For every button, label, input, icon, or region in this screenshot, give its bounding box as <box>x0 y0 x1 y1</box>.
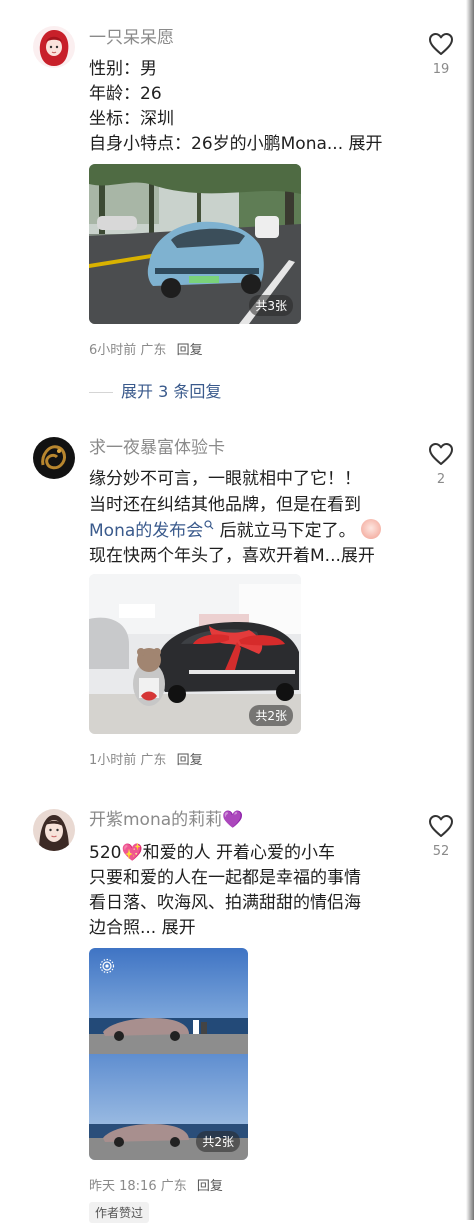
username[interactable]: 一只呆呆愿 <box>89 28 174 48</box>
heart-outline-icon <box>429 815 453 837</box>
comment-text-line: 缘分妙不可言，一眼就相中了它！！ <box>89 469 361 489</box>
like-button[interactable]: 52 <box>422 814 460 859</box>
location: 广东 <box>160 1179 187 1194</box>
comment-text: 520 <box>89 843 122 863</box>
location: 广东 <box>140 753 167 768</box>
comment-photo[interactable]: 共2张 <box>89 948 248 1160</box>
comment-text-line: 520💖和爱的人 开着心爱的小车 <box>89 842 335 864</box>
expand-link[interactable]: 展开 <box>341 546 375 566</box>
avatar[interactable] <box>33 437 75 479</box>
username-text: 开紫mona的莉莉 <box>89 810 223 830</box>
comment-text: 和爱的人 开着心爱的小车 <box>142 843 336 863</box>
expand-link[interactable]: 展开 <box>162 918 196 938</box>
peach-emoji-icon <box>361 519 382 539</box>
comment-text-line: 当时还在纠结其他品牌，但是在看到 <box>89 495 361 515</box>
photo-count-badge: 共2张 <box>196 1131 240 1152</box>
avatar[interactable] <box>33 809 75 851</box>
comment-text: 自身小特点：26岁的小鹏Mona... <box>89 134 344 154</box>
like-count: 52 <box>432 844 450 859</box>
comment-text-line: 坐标：深圳 <box>89 109 174 129</box>
comment-meta: 昨天 18:16 广东 回复 <box>89 1175 223 1194</box>
comment-text-line: 年龄：26 <box>89 84 162 104</box>
comment-text-line: Mona的发布会 后就立马下定了。 <box>89 519 382 542</box>
live-photo-icon[interactable] <box>99 958 115 974</box>
photo-count-badge: 共3张 <box>249 295 293 316</box>
comment-text-line: 边合照... 展开 <box>89 917 196 939</box>
comment-meta: 1小时前 广东 回复 <box>89 749 203 768</box>
location: 广东 <box>140 343 167 358</box>
car-photo <box>89 948 248 1160</box>
like-count: 19 <box>432 62 450 77</box>
time: 6小时前 <box>89 343 137 358</box>
comment-photo[interactable]: 共2张 <box>89 574 301 734</box>
comment-text: 后就立马下定了。 <box>214 521 356 541</box>
search-icon[interactable] <box>204 520 214 530</box>
like-button[interactable]: 2 <box>422 442 460 487</box>
expand-replies-button[interactable]: 展开 3 条回复 <box>89 378 221 402</box>
like-count: 2 <box>436 472 446 487</box>
expand-link[interactable]: 展开 <box>349 134 383 154</box>
reply-button[interactable]: 回复 <box>177 343 203 358</box>
username[interactable]: 求一夜暴富体验卡 <box>89 438 225 458</box>
username[interactable]: 开紫mona的莉莉💜 <box>89 810 243 830</box>
hashtag-link[interactable]: Mona的发布会 <box>89 521 203 541</box>
heart-outline-icon <box>429 33 453 55</box>
comment-meta: 6小时前 广东 回复 <box>89 339 203 358</box>
heart-outline-icon <box>429 443 453 465</box>
comment-text-line: 性别：男 <box>89 59 157 79</box>
comment-text: 边合照... <box>89 918 157 938</box>
expand-replies-label: 展开 3 条回复 <box>121 382 222 401</box>
photo-count-badge: 共2张 <box>249 705 293 726</box>
scroll-edge-shadow <box>466 0 474 1220</box>
comment-text-line: 现在快两个年头了，喜欢开着M...展开 <box>89 545 375 567</box>
like-button[interactable]: 19 <box>422 32 460 77</box>
purple-heart-icon: 💜 <box>222 810 244 830</box>
time: 1小时前 <box>89 753 137 768</box>
comment-text: 现在快两个年头了，喜欢开着M... <box>89 546 341 566</box>
time: 昨天 18:16 <box>89 1179 157 1194</box>
sparkling-heart-icon: 💖 <box>121 843 143 863</box>
reply-button[interactable]: 回复 <box>197 1179 223 1194</box>
reply-button[interactable]: 回复 <box>177 753 203 768</box>
avatar[interactable] <box>33 26 75 68</box>
comment-text-line: 看日落、吹海风、拍满甜甜的情侣海 <box>89 893 361 913</box>
comment-photo[interactable]: 共3张 <box>89 164 301 324</box>
comment-text-line: 自身小特点：26岁的小鹏Mona... 展开 <box>89 133 383 155</box>
divider <box>89 392 113 393</box>
comment-text-line: 只要和爱的人在一起都是幸福的事情 <box>89 868 361 888</box>
